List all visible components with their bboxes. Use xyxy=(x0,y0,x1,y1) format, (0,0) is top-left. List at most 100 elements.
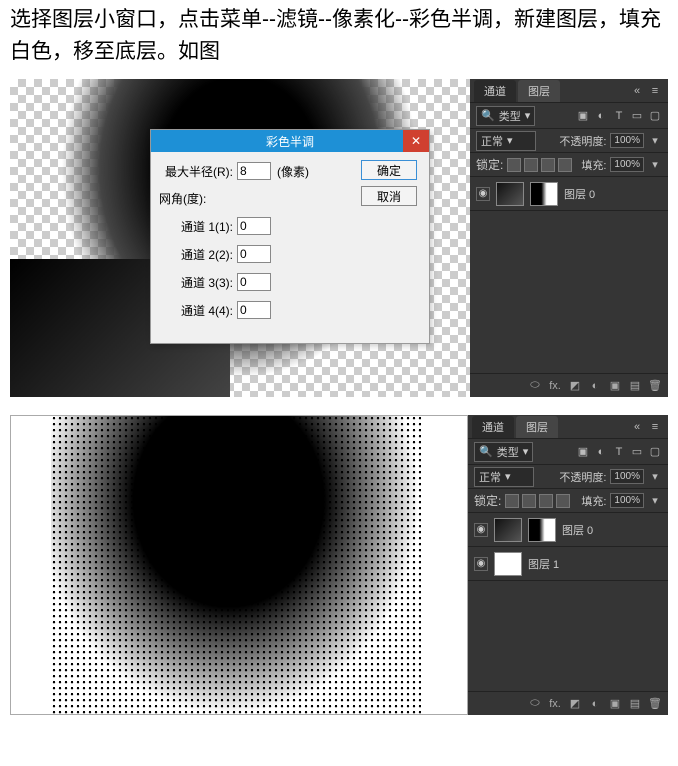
channel4-input[interactable] xyxy=(237,301,271,319)
opacity-label: 不透明度: xyxy=(559,133,606,149)
lock-label: 锁定: xyxy=(474,492,501,509)
filter-text-icon[interactable]: T xyxy=(612,445,626,459)
folder-icon[interactable]: ▣ xyxy=(608,379,622,393)
chevron-down-icon[interactable]: ▾ xyxy=(648,158,662,172)
screen-angle-label: 网角(度): xyxy=(159,190,206,207)
chevron-down-icon: ▾ xyxy=(507,134,513,147)
screenshot-1: 彩色半调 ✕ 确定 取消 最大半径(R): (像素) 网角(度): 通道 1(1… xyxy=(10,79,668,397)
layers-list: ◉ 图层 0 ◉ 图层 1 xyxy=(468,513,668,691)
unit-label: (像素) xyxy=(277,163,309,180)
layer-mask-thumbnail[interactable] xyxy=(528,518,556,542)
link-icon[interactable]: ⬭ xyxy=(528,379,542,393)
fill-adjust-icon[interactable]: ◐ xyxy=(588,697,602,711)
lock-all-icon[interactable] xyxy=(541,158,555,172)
opacity-value[interactable]: 100% xyxy=(610,469,644,484)
layer-thumbnail[interactable] xyxy=(496,182,524,206)
trash-icon[interactable]: 🗑 xyxy=(648,697,662,711)
filter-image-icon[interactable]: ▣ xyxy=(576,445,590,459)
folder-icon[interactable]: ▣ xyxy=(608,697,622,711)
fill-label: 填充: xyxy=(581,157,606,173)
blend-mode-select[interactable]: 正常 ▾ xyxy=(476,131,536,151)
chevron-down-icon[interactable]: ▾ xyxy=(648,470,662,484)
layer-name[interactable]: 图层 1 xyxy=(528,556,559,572)
filter-smart-icon[interactable]: ▢ xyxy=(648,109,662,123)
filter-kind-label: 类型 xyxy=(499,108,521,124)
cancel-button[interactable]: 取消 xyxy=(361,186,417,206)
lock-position-icon[interactable] xyxy=(524,158,538,172)
filter-kind-select[interactable]: 🔍 类型 ▾ xyxy=(476,106,535,126)
layer-row[interactable]: ◉ 图层 1 xyxy=(468,547,668,581)
filter-adjust-icon[interactable]: ◐ xyxy=(594,109,608,123)
filter-adjust-icon[interactable]: ◐ xyxy=(594,445,608,459)
mask-icon[interactable]: ◩ xyxy=(568,697,582,711)
lock-all-icon[interactable] xyxy=(539,494,553,508)
blend-mode-select[interactable]: 正常 ▾ xyxy=(474,467,534,487)
ok-button[interactable]: 确定 xyxy=(361,160,417,180)
layer-row[interactable]: ◉ 图层 0 xyxy=(470,177,668,211)
layer-mask-thumbnail[interactable] xyxy=(530,182,558,206)
tab-layers[interactable]: 图层 xyxy=(516,416,558,438)
layers-panel: 通道 图层 « ≡ 🔍 类型 ▾ ▣ ◐ T ▭ ▢ 正常 xyxy=(470,79,668,397)
menu-icon[interactable]: ≡ xyxy=(648,420,662,434)
tab-layers[interactable]: 图层 xyxy=(518,80,560,102)
collapse-icon[interactable]: « xyxy=(630,420,644,434)
panel-footer: ⬭ fx. ◩ ◐ ▣ ▤ 🗑 xyxy=(468,691,668,715)
opacity-label: 不透明度: xyxy=(559,469,606,485)
new-layer-icon[interactable]: ▤ xyxy=(628,379,642,393)
fill-value[interactable]: 100% xyxy=(610,157,644,172)
max-radius-label: 最大半径(R): xyxy=(159,163,233,180)
filter-smart-icon[interactable]: ▢ xyxy=(648,445,662,459)
tab-channels[interactable]: 通道 xyxy=(474,80,516,102)
layers-panel-2: 通道 图层 « ≡ 🔍 类型 ▾ ▣ ◐ T ▭ ▢ 正常 xyxy=(468,415,668,715)
new-layer-icon[interactable]: ▤ xyxy=(628,697,642,711)
chevron-down-icon: ▾ xyxy=(525,109,531,122)
trash-icon[interactable]: 🗑 xyxy=(648,379,662,393)
eye-icon[interactable]: ◉ xyxy=(474,557,488,571)
channel1-label: 通道 1(1): xyxy=(159,218,233,235)
dialog-title: 彩色半调 xyxy=(266,133,314,150)
channel2-label: 通道 2(2): xyxy=(159,246,233,263)
link-icon[interactable]: ⬭ xyxy=(528,697,542,711)
lock-icon[interactable] xyxy=(558,158,572,172)
channel1-input[interactable] xyxy=(237,217,271,235)
mask-icon[interactable]: ◩ xyxy=(568,379,582,393)
filter-shape-icon[interactable]: ▭ xyxy=(630,109,644,123)
close-icon[interactable]: ✕ xyxy=(403,130,429,152)
filter-kind-label: 类型 xyxy=(497,444,519,460)
fill-adjust-icon[interactable]: ◐ xyxy=(588,379,602,393)
opacity-value[interactable]: 100% xyxy=(610,133,644,148)
filter-text-icon[interactable]: T xyxy=(612,109,626,123)
layer-row[interactable]: ◉ 图层 0 xyxy=(468,513,668,547)
instruction-text: 选择图层小窗口，点击菜单--滤镜--像素化--彩色半调，新建图层，填充白色，移至… xyxy=(0,0,678,79)
channel4-label: 通道 4(4): xyxy=(159,302,233,319)
fx-icon[interactable]: fx. xyxy=(548,379,562,393)
menu-icon[interactable]: ≡ xyxy=(648,84,662,98)
filter-kind-select[interactable]: 🔍 类型 ▾ xyxy=(474,442,533,462)
eye-icon[interactable]: ◉ xyxy=(476,187,490,201)
chevron-down-icon[interactable]: ▾ xyxy=(648,494,662,508)
fill-value[interactable]: 100% xyxy=(610,493,644,508)
blend-mode-label: 正常 xyxy=(479,469,501,485)
channel3-input[interactable] xyxy=(237,273,271,291)
panel-footer: ⬭ fx. ◩ ◐ ▣ ▤ 🗑 xyxy=(470,373,668,397)
layer-thumbnail[interactable] xyxy=(494,552,522,576)
filter-shape-icon[interactable]: ▭ xyxy=(630,445,644,459)
max-radius-input[interactable] xyxy=(237,162,271,180)
channel2-input[interactable] xyxy=(237,245,271,263)
tab-channels[interactable]: 通道 xyxy=(472,416,514,438)
lock-position-icon[interactable] xyxy=(522,494,536,508)
lock-pixels-icon[interactable] xyxy=(507,158,521,172)
layer-name[interactable]: 图层 0 xyxy=(562,522,593,538)
lock-icon[interactable] xyxy=(556,494,570,508)
layer-name[interactable]: 图层 0 xyxy=(564,186,595,202)
chevron-down-icon[interactable]: ▾ xyxy=(648,134,662,148)
lock-pixels-icon[interactable] xyxy=(505,494,519,508)
filter-image-icon[interactable]: ▣ xyxy=(576,109,590,123)
collapse-icon[interactable]: « xyxy=(630,84,644,98)
eye-icon[interactable]: ◉ xyxy=(474,523,488,537)
search-icon: 🔍 xyxy=(481,109,495,122)
blend-mode-label: 正常 xyxy=(481,133,503,149)
layer-thumbnail[interactable] xyxy=(494,518,522,542)
layers-list: ◉ 图层 0 xyxy=(470,177,668,373)
fx-icon[interactable]: fx. xyxy=(548,697,562,711)
